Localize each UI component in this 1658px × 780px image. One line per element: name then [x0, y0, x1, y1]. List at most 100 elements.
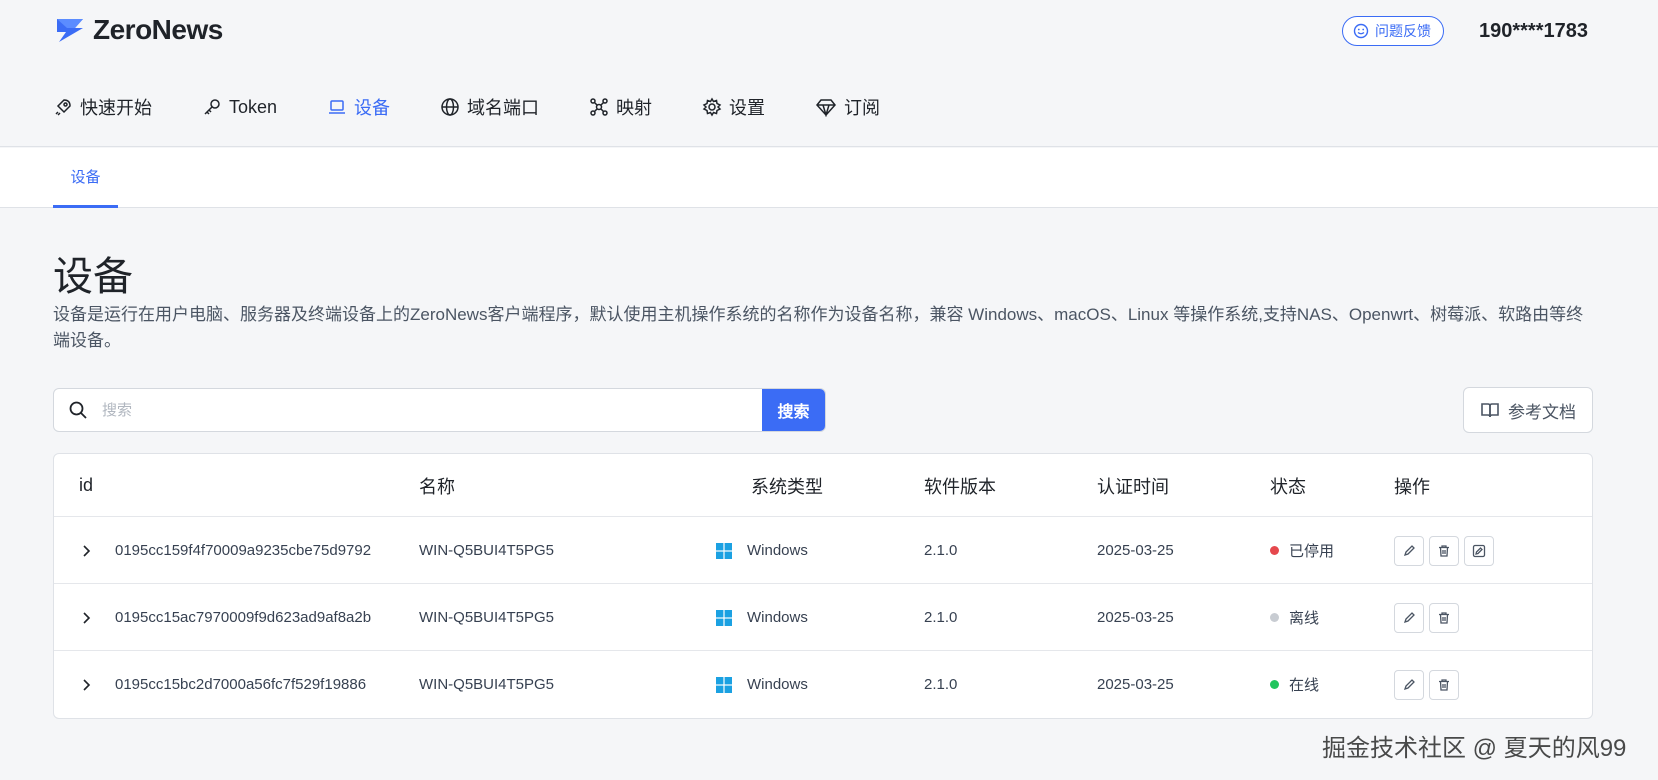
edit-icon — [1402, 611, 1416, 625]
windows-icon — [716, 542, 732, 559]
main-nav: 快速开始 Token 设备 域名端口 映射 设置 订阅 — [53, 92, 930, 122]
zeronews-logo-icon — [57, 19, 83, 42]
delete-button[interactable] — [1429, 535, 1459, 566]
header-actions: 操作 — [1394, 476, 1430, 497]
os-label: Windows — [747, 609, 808, 626]
device-name: WIN-Q5BUI4T5PG5 — [419, 676, 555, 693]
device-id: 0195cc15ac7970009f9d623ad9af8a2b — [115, 609, 372, 626]
search-input[interactable] — [102, 389, 762, 431]
chevron-right-icon — [83, 678, 91, 691]
device-name: WIN-Q5BUI4T5PG5 — [419, 609, 555, 626]
header-version: 软件版本 — [924, 476, 996, 497]
docs-label: 参考文档 — [1508, 402, 1576, 422]
edit-button[interactable] — [1394, 669, 1424, 700]
docs-button[interactable]: 参考文档 — [1463, 387, 1593, 433]
table-row: 0195cc159f4f70009a9235cbe75d9792 WIN-Q5B… — [54, 517, 1592, 584]
page-description: 设备是运行在用户电脑、服务器及终端设备上的ZeroNews客户端程序，默认使用主… — [53, 305, 1584, 350]
laptop-icon — [329, 100, 346, 114]
header-status: 状态 — [1270, 476, 1306, 497]
device-version: 2.1.0 — [924, 676, 958, 693]
row-actions — [1394, 651, 1464, 718]
nav-item-token[interactable]: Token — [202, 92, 277, 122]
status-dot — [1270, 680, 1279, 689]
search-bar: 搜索 — [53, 388, 826, 432]
devices-table: id 名称 系统类型 软件版本 认证时间 状态 操作 0195cc159f4f7… — [53, 453, 1593, 719]
gear-icon — [702, 97, 722, 117]
device-auth-time: 2025-03-25 — [1097, 676, 1174, 693]
nav-item-settings[interactable]: 设置 — [702, 92, 765, 122]
table-header: id 名称 系统类型 软件版本 认证时间 状态 操作 — [54, 454, 1592, 517]
expand-row-button[interactable] — [79, 584, 93, 651]
device-os: Windows — [716, 517, 808, 584]
expand-row-button[interactable] — [79, 651, 93, 718]
expand-row-button[interactable] — [79, 517, 93, 584]
device-id: 0195cc15bc2d7000a56fc7f529f19886 — [115, 676, 367, 693]
trash-icon — [1437, 678, 1451, 692]
device-auth-time: 2025-03-25 — [1097, 609, 1174, 626]
enable-icon — [1472, 544, 1486, 558]
os-label: Windows — [747, 542, 808, 559]
device-os: Windows — [716, 651, 808, 718]
header-name: 名称 — [419, 476, 455, 497]
nav-item-domain-ports[interactable]: 域名端口 — [440, 92, 539, 122]
windows-icon — [716, 676, 732, 693]
book-icon — [1481, 403, 1499, 418]
delete-button[interactable] — [1429, 669, 1459, 700]
nav-item-devices[interactable]: 设备 — [327, 92, 390, 122]
nav-item-mapping[interactable]: 映射 — [589, 92, 652, 122]
feedback-button[interactable]: 问题反馈 — [1342, 16, 1444, 46]
status-badge: 已停用 — [1270, 517, 1334, 584]
diamond-icon — [816, 99, 837, 117]
status-dot — [1270, 546, 1279, 555]
device-version: 2.1.0 — [924, 609, 958, 626]
status-label: 离线 — [1289, 610, 1320, 627]
edit-icon — [1402, 678, 1416, 692]
smile-icon — [1353, 23, 1369, 39]
globe-icon — [441, 98, 459, 116]
device-name: WIN-Q5BUI4T5PG5 — [419, 542, 555, 559]
brand-name: ZeroNews — [93, 14, 223, 45]
rocket-icon — [55, 99, 71, 116]
header-os: 系统类型 — [751, 476, 823, 497]
row-actions — [1394, 584, 1464, 651]
page-title: 设备 — [53, 255, 133, 299]
edit-button[interactable] — [1394, 535, 1424, 566]
trash-icon — [1437, 544, 1451, 558]
header-id: id — [79, 475, 94, 495]
status-label: 已停用 — [1289, 543, 1335, 560]
device-auth-time: 2025-03-25 — [1097, 542, 1174, 559]
logo[interactable]: ZeroNews — [53, 14, 223, 46]
edit-button[interactable] — [1394, 602, 1424, 633]
top-header: ZeroNews 问题反馈 190****1783 快速开始 Token 设备 … — [0, 0, 1658, 147]
enable-button[interactable] — [1464, 535, 1494, 566]
device-id: 0195cc159f4f70009a9235cbe75d9792 — [115, 542, 372, 559]
chevron-right-icon — [83, 611, 91, 624]
trash-icon — [1437, 611, 1451, 625]
status-badge: 在线 — [1270, 651, 1319, 718]
table-row: 0195cc15bc2d7000a56fc7f529f19886 WIN-Q5B… — [54, 651, 1592, 718]
user-account[interactable]: 190****1783 — [1479, 20, 1588, 43]
network-icon — [590, 98, 608, 116]
windows-icon — [716, 609, 732, 626]
device-os: Windows — [716, 584, 808, 651]
delete-button[interactable] — [1429, 602, 1459, 633]
search-button[interactable]: 搜索 — [762, 389, 825, 431]
status-dot — [1270, 613, 1279, 622]
os-label: Windows — [747, 676, 808, 693]
status-label: 在线 — [1289, 677, 1320, 694]
header-auth-time: 认证时间 — [1097, 476, 1169, 497]
key-icon — [204, 99, 220, 115]
search-icon — [54, 389, 102, 431]
chevron-right-icon — [83, 544, 91, 557]
nav-item-quickstart[interactable]: 快速开始 — [53, 92, 152, 122]
table-row: 0195cc15ac7970009f9d623ad9af8a2b WIN-Q5B… — [54, 584, 1592, 651]
feedback-label: 问题反馈 — [1375, 23, 1431, 39]
nav-item-subscription[interactable]: 订阅 — [815, 92, 880, 122]
device-version: 2.1.0 — [924, 542, 958, 559]
status-badge: 离线 — [1270, 584, 1319, 651]
edit-icon — [1402, 544, 1416, 558]
row-actions — [1394, 517, 1499, 584]
tab-devices[interactable]: 设备 — [53, 148, 118, 208]
sub-tab-bar: 设备 — [0, 148, 1658, 208]
watermark: 掘金技术社区 @ 夏天的风99 — [1322, 735, 1627, 762]
